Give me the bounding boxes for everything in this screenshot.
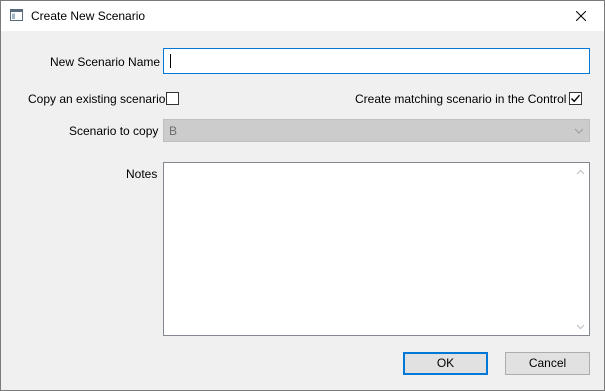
notes-label: Notes (126, 167, 158, 181)
window-icon (10, 9, 23, 21)
scenario-to-copy-select[interactable]: B (163, 119, 590, 142)
checkmark-icon (570, 94, 581, 103)
text-caret (170, 54, 171, 68)
notes-scrollbar[interactable] (572, 163, 589, 335)
chevron-down-icon (574, 128, 584, 134)
scroll-up-button[interactable] (572, 163, 589, 180)
copy-existing-checkbox[interactable] (166, 92, 179, 105)
scenario-to-copy-value: B (169, 124, 178, 138)
scenario-to-copy-label: Scenario to copy (69, 124, 159, 138)
chevron-down-icon (576, 324, 585, 329)
create-scenario-dialog: Create New Scenario New Scenario Name Co… (0, 0, 605, 391)
window-title: Create New Scenario (31, 9, 146, 23)
scenario-name-label: New Scenario Name (50, 55, 161, 69)
cancel-button[interactable]: Cancel (505, 352, 590, 375)
chevron-up-icon (576, 169, 585, 174)
ok-button[interactable]: OK (403, 352, 488, 375)
create-matching-label: Create matching scenario in the Control (355, 92, 567, 106)
title-bar: Create New Scenario (1, 1, 604, 31)
close-button[interactable] (558, 1, 604, 31)
scenario-name-input[interactable] (163, 48, 590, 74)
create-matching-checkbox[interactable] (569, 92, 582, 105)
copy-existing-label: Copy an existing scenario (28, 92, 166, 106)
scroll-down-button[interactable] (572, 318, 589, 335)
close-icon (576, 11, 586, 21)
notes-textarea[interactable] (163, 162, 590, 336)
